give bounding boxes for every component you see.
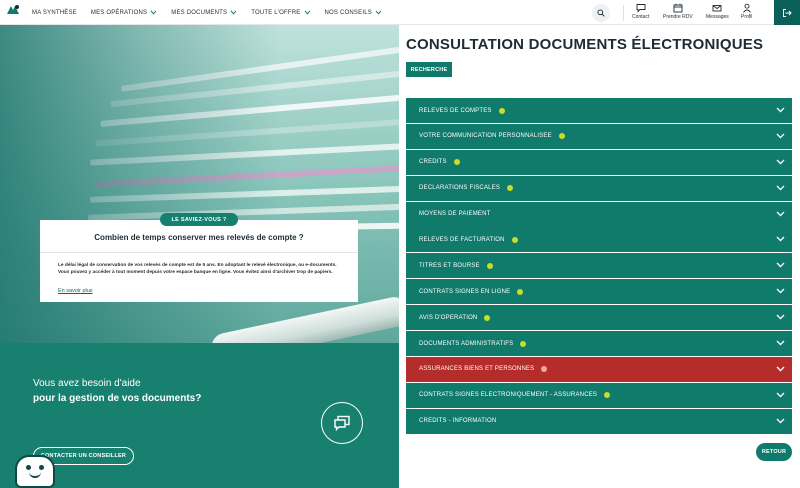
accordion-label: CREDITS — [419, 159, 447, 166]
accordion-label: CONTRATS SIGNES ELECTRONIQUEMENT - ASSUR… — [419, 392, 598, 399]
chevron-down-icon — [776, 211, 785, 217]
page-title: CONSULTATION DOCUMENTS ÉLECTRONIQUES — [406, 36, 764, 53]
chevron-down-icon — [230, 10, 237, 15]
assistant-mascot-icon[interactable] — [15, 455, 55, 488]
search-button[interactable] — [592, 4, 610, 22]
accordion-row[interactable]: AVIS D'OPERATION — [406, 305, 792, 331]
chevron-down-icon — [776, 159, 785, 165]
profile-label: Profil — [741, 14, 753, 20]
help-heading-line1: Vous avez besoin d'aide — [33, 378, 141, 389]
messages-button[interactable]: Messages — [706, 3, 729, 20]
top-navigation-bar: MA SYNTHÈSE MES OPÉRATIONS MES DOCUMENTS TO… — [0, 0, 800, 25]
nav-item-2[interactable]: MES DOCUMENTS — [171, 10, 237, 16]
new-document-dot — [507, 185, 514, 192]
accordion-row[interactable]: DOCUMENTS ADMINISTRATIFS — [406, 331, 792, 357]
accordion-row[interactable]: TITRES ET BOURSE — [406, 253, 792, 279]
chat-icon — [334, 415, 350, 431]
accordion-row[interactable]: CREDITS — [406, 149, 792, 175]
nav-item-4[interactable]: NOS CONSEILS — [325, 10, 382, 16]
accordion-row[interactable]: CONTRATS SIGNES EN LIGNE — [406, 279, 792, 305]
accordion-label: MOYENS DE PAIEMENT — [419, 211, 491, 218]
chevron-down-icon — [776, 185, 785, 191]
back-button[interactable]: RETOUR — [756, 443, 792, 461]
calendar-icon — [673, 3, 683, 13]
nav-item-3[interactable]: TOUTE L'OFFRE — [251, 10, 310, 16]
info-card-divider — [40, 252, 358, 253]
contact-button[interactable]: Contact — [632, 3, 649, 20]
accordion-label: DOCUMENTS ADMINISTRATIFS — [419, 340, 514, 347]
chevron-down-icon — [776, 237, 785, 242]
accordion-row[interactable]: VOTRE COMMUNICATION PERSONNALISEE — [406, 123, 792, 149]
chevron-down-icon — [776, 392, 785, 398]
documents-accordion: RELEVES DE COMPTES VOTRE COMMUNICATION PE… — [406, 98, 792, 435]
accordion-row[interactable]: DECLARATIONS FISCALES — [406, 175, 792, 201]
new-document-dot — [604, 392, 611, 399]
chevron-down-icon — [776, 366, 785, 372]
nav-item-label: MES OPÉRATIONS — [90, 9, 148, 16]
nav-item-label: MES DOCUMENTS — [171, 9, 228, 16]
chat-bubble-icon — [636, 4, 646, 13]
chevron-down-icon — [776, 340, 785, 346]
accordion-label: CONTRATS SIGNES EN LIGNE — [419, 288, 511, 295]
logout-icon — [783, 8, 792, 17]
accordion-row[interactable]: RELEVES DE FACTURATION — [406, 227, 792, 253]
chevron-down-icon — [304, 10, 310, 15]
chevron-down-icon — [375, 10, 382, 15]
appointment-label: Prendre RDV — [663, 14, 693, 20]
chevron-down-icon — [776, 418, 785, 424]
accordion-label: RELEVES DE COMPTES — [419, 107, 492, 114]
new-document-dot — [520, 340, 527, 347]
accordion-label: AVIS D'OPERATION — [419, 314, 478, 321]
chevron-down-icon — [776, 133, 785, 139]
search-icon — [597, 9, 605, 17]
did-you-know-badge: LE SAVIEZ-VOUS ? — [160, 213, 238, 226]
chat-button[interactable] — [321, 402, 363, 444]
accordion-row[interactable]: RELEVES DE COMPTES — [406, 98, 792, 123]
accordion-row[interactable]: CREDITS - INFORMATION — [406, 408, 792, 434]
chevron-down-icon — [150, 10, 157, 15]
accordion-row[interactable]: ASSURANCES BIENS ET PERSONNES — [406, 356, 792, 382]
envelope-icon — [712, 5, 722, 12]
main-nav: MA SYNTHÈSE MES OPÉRATIONS MES DOCUMENTS TO… — [32, 0, 382, 25]
nav-item-label: MA SYNTHÈSE — [32, 9, 77, 16]
user-icon — [742, 3, 751, 13]
logout-button[interactable] — [774, 0, 800, 25]
new-document-dot — [453, 159, 460, 166]
chevron-down-icon — [776, 262, 785, 268]
new-document-dot — [558, 133, 565, 140]
new-document-dot — [486, 262, 493, 269]
new-document-dot — [484, 314, 491, 321]
accordion-row[interactable]: CONTRATS SIGNES ELECTRONIQUEMENT - ASSUR… — [406, 382, 792, 408]
nav-item-label: NOS CONSEILS — [324, 9, 372, 16]
nav-item-label: TOUTE L'OFFRE — [251, 9, 301, 16]
accordion-label: ASSURANCES BIENS ET PERSONNES — [419, 366, 535, 373]
info-card-text: Le délai légal de conservation de vos re… — [58, 263, 337, 275]
accordion-label: DECLARATIONS FISCALES — [419, 185, 501, 192]
learn-more-link[interactable]: En savoir plus — [58, 288, 93, 294]
bank-logo-icon[interactable] — [6, 4, 20, 16]
new-document-dot — [517, 288, 524, 295]
chevron-down-icon — [776, 288, 785, 294]
messages-label: Messages — [706, 14, 729, 20]
accordion-label: VOTRE COMMUNICATION PERSONNALISEE — [419, 133, 552, 140]
profile-button[interactable]: Profil — [741, 3, 752, 20]
chevron-down-icon — [776, 314, 785, 320]
new-document-dot — [541, 366, 548, 373]
new-document-dot — [498, 107, 505, 114]
new-document-dot — [511, 236, 518, 243]
accordion-row[interactable]: MOYENS DE PAIEMENT — [406, 201, 792, 227]
accordion-label: RELEVES DE FACTURATION — [419, 236, 505, 243]
help-heading-line2: pour la gestion de vos documents? — [33, 393, 202, 404]
chevron-down-icon — [776, 107, 785, 113]
accordion-label: TITRES ET BOURSE — [419, 262, 480, 269]
contact-label: Contact — [632, 14, 650, 20]
nav-item-1[interactable]: MES OPÉRATIONS — [91, 10, 157, 16]
search-tab-button[interactable]: RECHERCHE — [406, 62, 452, 77]
appointment-button[interactable]: Prendre RDV — [663, 3, 693, 20]
nav-item-0[interactable]: MA SYNTHÈSE — [32, 10, 77, 16]
toolbar-divider — [623, 5, 624, 21]
accordion-label: CREDITS - INFORMATION — [419, 418, 497, 425]
info-card-title: Combien de temps conserver mes relevés d… — [94, 233, 304, 242]
